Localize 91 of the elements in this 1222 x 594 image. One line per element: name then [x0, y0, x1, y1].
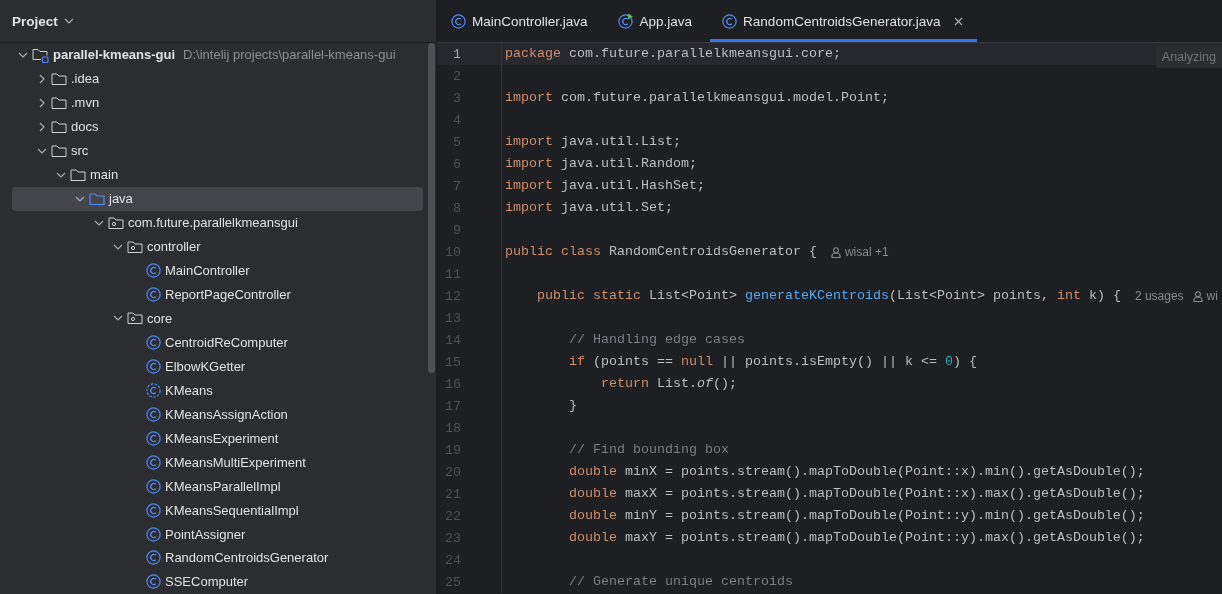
class-icon [146, 430, 161, 446]
chevron-down-icon[interactable] [75, 195, 85, 202]
package-icon [127, 239, 143, 254]
runnable-class-icon [617, 13, 634, 29]
tree-item[interactable]: RandomCentroidsGenerator [12, 546, 423, 570]
class-icon [146, 358, 161, 374]
code-line: import com.future.parallelkmeansgui.model.Point; [501, 87, 889, 109]
author-hint[interactable]: wisal +1 [844, 245, 889, 259]
class-icon [146, 263, 161, 279]
code-line: import java.util.Random; [501, 153, 697, 175]
folder-icon [51, 95, 67, 110]
folder-icon [51, 143, 67, 158]
line-number: 1 [452, 46, 461, 62]
chevron-right-icon[interactable] [39, 97, 45, 108]
tree-item[interactable]: src [12, 138, 423, 163]
code-line: import java.util.List; [501, 131, 681, 153]
tree-item[interactable]: controller [12, 234, 423, 259]
code-line: double minX = points.stream().mapToDouble(Point::x).min().getAsDouble(); [501, 461, 1145, 483]
code-line: return List.of(); [501, 373, 737, 395]
folder-icon [89, 191, 105, 206]
project-path: D:\intelij projects\parallel-kmeans-gui [183, 47, 396, 63]
folder-icon [70, 167, 86, 182]
code-line: double minY = points.stream().mapToDouble(Point::y).min().getAsDouble(); [501, 505, 1145, 527]
project-view-dropdown[interactable]: Project [12, 13, 74, 29]
class-icon [146, 406, 161, 422]
module-folder-icon [32, 46, 49, 63]
class-icon [451, 13, 466, 29]
tree-item[interactable]: KMeans [12, 378, 423, 403]
editor-tab[interactable]: App.java [605, 0, 707, 42]
tree-item[interactable]: main [12, 162, 423, 187]
chevron-down-icon[interactable] [113, 315, 123, 322]
code-line: import java.util.Set; [501, 197, 673, 219]
close-icon[interactable] [954, 16, 964, 26]
code-line: import java.util.HashSet; [501, 175, 705, 197]
chevron-down-icon[interactable] [94, 219, 104, 226]
class-icon [146, 454, 161, 470]
class-icon [146, 334, 161, 350]
code-line: package com.future.parallelkmeansgui.core; [501, 43, 841, 65]
code-line: if (points == null || points.isEmpty() || k <= 0) { [501, 351, 977, 373]
tree-item[interactable]: docs [12, 114, 423, 139]
tree-item[interactable]: CentroidReComputer [12, 330, 423, 355]
code-line: // Generate unique centroids [501, 571, 793, 593]
class-icon [146, 478, 161, 494]
chevron-down-icon[interactable] [56, 171, 66, 178]
code-line: double maxX = points.stream().mapToDouble(Point::x).max().getAsDouble(); [501, 483, 1145, 505]
tree-item[interactable]: .idea [12, 66, 423, 91]
chevron-down-icon[interactable] [37, 147, 47, 154]
tree-item[interactable]: parallel-kmeans-gui D:\intelij projects\parallel-kmeans-gui [12, 43, 423, 67]
tree-item[interactable]: KMeansParallelImpl [12, 474, 423, 499]
folder-icon [51, 71, 67, 86]
package-icon [108, 215, 124, 230]
code-line: public class RandomCentroidsGenerator { [501, 241, 817, 263]
class-icon [146, 574, 161, 590]
tree-item[interactable]: ElbowKGetter [12, 354, 423, 379]
tree-item[interactable]: com.future.parallelkmeansgui [12, 210, 423, 235]
tree-item[interactable]: KMeansAssignAction [12, 402, 423, 427]
person-icon [830, 246, 841, 258]
tree-item[interactable]: MainController [12, 258, 423, 283]
author-hint[interactable]: wi [1206, 289, 1218, 303]
class-icon [146, 550, 161, 566]
chevron-down-icon[interactable] [113, 243, 123, 250]
class-icon [146, 287, 161, 302]
class-icon [722, 13, 738, 29]
class-icon [146, 502, 161, 518]
tree-item[interactable]: .mvn [12, 90, 423, 115]
scrollbar-thumb[interactable] [427, 43, 435, 373]
code-line: public static List<Point> generateKCentroids(List<Point> points, int k) { [501, 285, 1121, 307]
code-line: } [501, 395, 577, 417]
tree-item[interactable]: java [12, 186, 423, 211]
chevron-right-icon[interactable] [39, 121, 45, 132]
usages-hint[interactable]: 2 usages [1134, 289, 1184, 303]
tree-item[interactable]: SSEComputer [12, 569, 423, 594]
code-line: // Find bounding box [501, 439, 729, 461]
tree-item[interactable]: KMeansSequentialImpl [12, 498, 423, 523]
tree-item[interactable]: ReportPageController [12, 282, 423, 307]
tree-item[interactable]: core [12, 306, 423, 331]
chevron-down-icon[interactable] [18, 51, 28, 58]
code-line: double maxY = points.stream().mapToDouble(Point::y).max().getAsDouble(); [501, 527, 1145, 549]
folder-icon [51, 119, 67, 134]
package-icon [127, 311, 143, 326]
person-icon [1192, 290, 1203, 302]
chevron-down-icon[interactable] [63, 18, 74, 24]
analyzing-status: Analyzing [1155, 46, 1222, 68]
tree-item[interactable]: PointAssigner [12, 522, 423, 546]
editor-tab[interactable]: MainController.java [439, 0, 602, 42]
code-line: // Handling edge cases [501, 329, 745, 351]
tree-item[interactable]: KMeansExperiment [12, 426, 423, 451]
abstract-class-icon [146, 382, 161, 398]
chevron-right-icon[interactable] [39, 73, 45, 84]
class-icon [146, 526, 161, 542]
tree-item[interactable]: KMeansMultiExperiment [12, 450, 423, 475]
